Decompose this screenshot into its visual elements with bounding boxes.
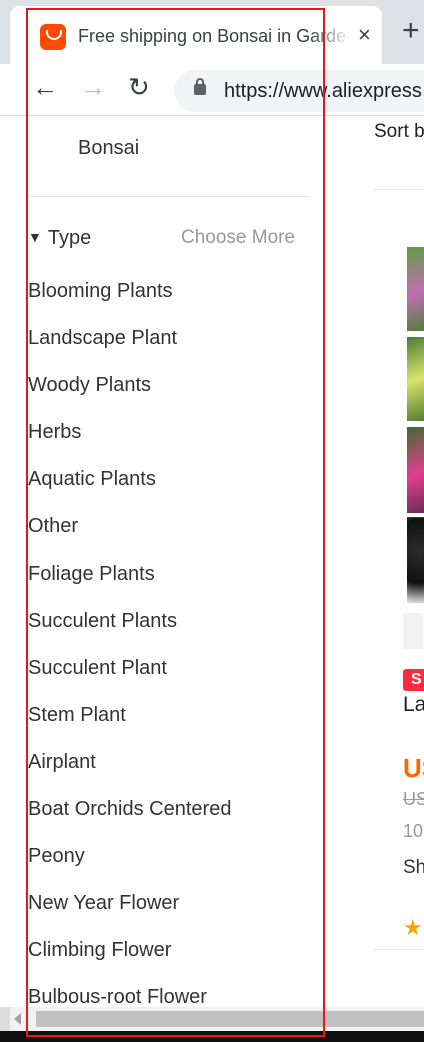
url-text[interactable]: https://www.aliexpress [224, 80, 422, 103]
product-price: US [403, 753, 424, 783]
product-image-thumbnail[interactable] [407, 247, 424, 331]
tab-strip: Free shipping on Bonsai in Garden × + [0, 0, 424, 64]
product-image-thumbnail[interactable] [407, 517, 424, 603]
page-content: Bonsai ▼ Type Choose More Blooming Plants… [0, 117, 424, 1007]
type-filter-header[interactable]: ▼ Type [28, 227, 91, 250]
type-item-other[interactable]: Other [28, 514, 231, 561]
window-edge [0, 1007, 10, 1031]
caret-down-icon: ▼ [28, 229, 42, 245]
star-icon: ★ [403, 915, 423, 940]
type-item-landscape-plant[interactable]: Landscape Plant [28, 326, 231, 373]
product-shipping: Sh [403, 857, 424, 878]
tab-title-fade [310, 20, 350, 54]
tab-title: Free shipping on Bonsai in Garden [78, 26, 348, 46]
type-item-boat-orchids-centered[interactable]: Boat Orchids Centered [28, 797, 231, 844]
type-item-bulbous-root-flower[interactable]: Bulbous-root Flower [28, 985, 231, 1007]
type-item-succulent-plants[interactable]: Succulent Plants [28, 609, 231, 656]
reload-icon[interactable]: ↻ [128, 74, 150, 100]
close-tab-icon[interactable]: × [358, 24, 371, 46]
product-original-price: US [403, 789, 424, 809]
product-image-thumbnail[interactable] [407, 337, 424, 421]
type-item-stem-plant[interactable]: Stem Plant [28, 703, 231, 750]
back-arrow-icon[interactable]: ← [32, 74, 58, 100]
type-item-woody-plants[interactable]: Woody Plants [28, 373, 231, 420]
product-orders-count: 10 [403, 821, 424, 841]
product-image-thumbnail[interactable] [407, 427, 424, 513]
new-tab-button[interactable]: + [402, 16, 420, 46]
forward-arrow-icon[interactable]: → [80, 74, 106, 100]
card-divider [374, 949, 424, 950]
browser-tab[interactable]: Free shipping on Bonsai in Garden × [10, 6, 382, 64]
aliexpress-favicon-icon [40, 24, 66, 50]
type-item-peony[interactable]: Peony [28, 844, 231, 891]
type-item-blooming-plants[interactable]: Blooming Plants [28, 279, 231, 326]
type-item-succulent-plant[interactable]: Succulent Plant [28, 656, 231, 703]
sort-divider [374, 189, 424, 190]
horizontal-scrollbar[interactable] [10, 1007, 424, 1031]
type-item-aquatic-plants[interactable]: Aquatic Plants [28, 467, 231, 514]
lock-icon [194, 78, 206, 95]
scroll-left-arrow-icon[interactable] [14, 1013, 21, 1025]
taskbar [0, 1031, 424, 1042]
browser-toolbar: ← → ↻ https://www.aliexpress [0, 64, 424, 116]
type-filter-label: Type [47, 227, 92, 249]
product-name-link[interactable]: La [403, 693, 424, 717]
type-item-foliage-plants[interactable]: Foliage Plants [28, 562, 231, 609]
type-item-herbs[interactable]: Herbs [28, 420, 231, 467]
sort-by-label[interactable]: Sort b [374, 121, 424, 143]
type-item-climbing-flower[interactable]: Climbing Flower [28, 938, 231, 985]
category-title[interactable]: Bonsai [78, 137, 139, 160]
address-bar[interactable]: https://www.aliexpress [174, 70, 424, 112]
type-filter-list: Blooming Plants Landscape Plant Woody Pl… [28, 279, 231, 1007]
type-item-new-year-flower[interactable]: New Year Flower [28, 891, 231, 938]
choose-more-link[interactable]: Choose More [181, 227, 295, 249]
type-item-airplant[interactable]: Airplant [28, 750, 231, 797]
sidebar-divider [28, 196, 310, 197]
scrollbar-thumb[interactable] [36, 1011, 424, 1027]
sale-badge: S [403, 669, 424, 691]
product-image-placeholder [403, 613, 423, 649]
